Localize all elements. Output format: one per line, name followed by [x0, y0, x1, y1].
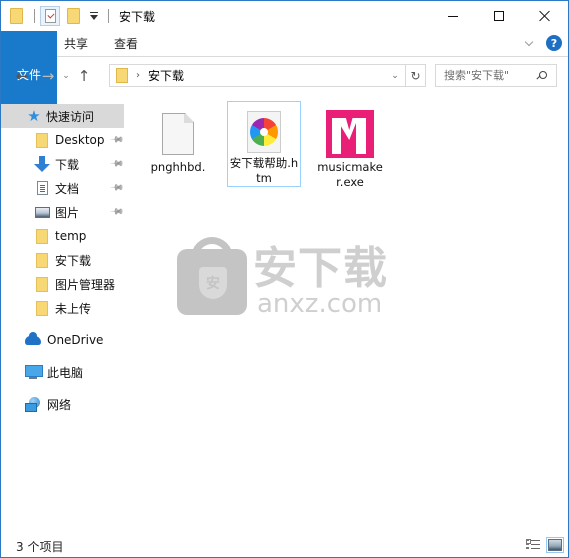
pin-icon[interactable]: 📌	[109, 156, 124, 171]
search-input[interactable]	[436, 69, 531, 82]
navigation-bar: ← → ⌄ ↑ › 安下载 ⌄ ↻	[1, 58, 568, 94]
navigation-pane: ★ 快速访问 Desktop 📌 下载 📌 文档 📌 图片 📌 temp 安下载…	[1, 101, 126, 526]
address-dropdown-icon[interactable]: ⌄	[385, 71, 405, 81]
sidebar-item-label: Desktop	[55, 133, 105, 147]
file-item[interactable]: 安下载帮助.htm	[227, 101, 301, 187]
sidebar-item-network[interactable]: 网络	[1, 392, 124, 416]
quick-access-toolbar	[1, 1, 114, 31]
blank-file-icon	[154, 110, 202, 158]
address-bar[interactable]: › 安下载 ⌄ ↻	[109, 64, 426, 87]
sidebar-item-not-uploaded[interactable]: 未上传	[1, 296, 124, 320]
file-item[interactable]: pnghhbd.	[141, 102, 215, 188]
file-explorer-window: 安下载 文件 主页 共享 查看 ? ← → ⌄ ↑ › 安下载 ⌄ ↻	[0, 0, 569, 558]
sidebar-item-temp[interactable]: temp	[1, 224, 124, 248]
folder-icon	[116, 68, 128, 83]
sidebar-item-label: 文档	[55, 181, 80, 196]
status-bar: 3 个项目	[1, 535, 568, 557]
minimize-icon	[448, 15, 458, 17]
file-name: 安下载帮助.htm	[229, 156, 299, 185]
forward-button[interactable]: →	[37, 65, 59, 87]
file-name: pnghhbd.	[150, 160, 206, 174]
tab-share[interactable]: 共享	[51, 31, 101, 56]
folder-icon	[34, 228, 50, 244]
sidebar-item-pictures[interactable]: 图片 📌	[1, 200, 124, 224]
toolbar-separator	[108, 9, 109, 23]
recent-locations-button[interactable]: ⌄	[59, 65, 73, 87]
details-view-icon[interactable]	[526, 539, 540, 551]
musicmaker-app-icon	[326, 110, 374, 158]
sidebar-item-anxz[interactable]: 安下载	[1, 248, 124, 272]
file-list: pnghhbd. 安下载帮助.htm musicmaker.exe	[127, 94, 568, 534]
close-button[interactable]	[522, 1, 568, 31]
sidebar-item-desktop[interactable]: Desktop 📌	[1, 128, 124, 152]
htm-file-icon	[240, 110, 288, 154]
expand-ribbon-icon[interactable]	[524, 37, 534, 46]
tab-view[interactable]: 查看	[101, 31, 151, 56]
new-folder-icon[interactable]	[67, 8, 80, 24]
properties-button[interactable]	[40, 6, 60, 26]
search-icon[interactable]	[537, 70, 547, 81]
folder-icon	[34, 300, 50, 316]
breadcrumb-item[interactable]: 安下载	[148, 67, 184, 84]
onedrive-icon	[25, 331, 41, 348]
sidebar-item-label: 未上传	[55, 301, 92, 316]
minimize-button[interactable]	[430, 1, 476, 31]
window-controls	[430, 1, 568, 31]
folder-icon	[34, 252, 50, 268]
file-name: musicmaker.exe	[317, 160, 383, 189]
sidebar-item-image-manager[interactable]: 图片管理器	[1, 272, 124, 296]
document-icon	[34, 180, 50, 196]
title-bar: 安下载	[1, 1, 568, 31]
download-icon	[34, 156, 50, 172]
sidebar-item-label: 下载	[55, 157, 80, 172]
sidebar-item-label: temp	[55, 229, 87, 243]
star-icon: ★	[27, 107, 41, 125]
sidebar-item-label: 图片管理器	[55, 277, 116, 292]
search-box[interactable]	[435, 64, 557, 87]
view-switcher	[526, 537, 564, 553]
close-icon	[539, 10, 551, 22]
folder-icon	[34, 132, 50, 148]
sidebar-item-documents[interactable]: 文档 📌	[1, 176, 124, 200]
toolbar-separator	[34, 9, 35, 23]
pictures-icon	[34, 204, 50, 220]
item-count: 3 个项目	[16, 539, 64, 554]
up-button[interactable]: ↑	[73, 65, 95, 87]
sidebar-item-label: OneDrive	[47, 333, 104, 347]
address-controls: ⌄ ↻	[385, 65, 425, 86]
maximize-button[interactable]	[476, 1, 522, 31]
large-icons-view-icon[interactable]	[546, 537, 564, 553]
customize-dropdown-icon[interactable]	[90, 11, 98, 20]
ribbon-tabs: 文件 主页 共享 查看 ?	[1, 31, 568, 117]
sidebar-item-label: 图片	[55, 205, 80, 220]
this-pc-icon	[25, 364, 43, 380]
pin-icon[interactable]: 📌	[109, 180, 124, 195]
pin-icon[interactable]: 📌	[109, 132, 124, 147]
sidebar-item-label: 网络	[47, 397, 72, 412]
help-icon[interactable]: ?	[546, 35, 562, 51]
properties-icon	[44, 9, 56, 23]
sidebar-item-label: 安下载	[55, 253, 92, 268]
sidebar-item-this-pc[interactable]: 此电脑	[1, 360, 124, 384]
sidebar-item-downloads[interactable]: 下载 📌	[1, 152, 124, 176]
pin-icon[interactable]: 📌	[109, 204, 124, 219]
breadcrumb-chevron-icon[interactable]: ›	[136, 70, 140, 81]
sidebar-item-onedrive[interactable]: OneDrive	[1, 328, 124, 352]
sidebar-item-label: 快速访问	[46, 109, 95, 124]
folder-icon[interactable]	[10, 8, 23, 24]
maximize-icon	[494, 11, 504, 21]
folder-icon	[34, 276, 50, 292]
network-icon	[25, 396, 41, 412]
sidebar-item-label: 此电脑	[47, 365, 84, 380]
ribbon-controls: ?	[524, 35, 562, 51]
back-button[interactable]: ←	[11, 65, 33, 87]
refresh-button[interactable]: ↻	[405, 65, 425, 86]
window-title: 安下载	[119, 9, 156, 24]
sidebar-item-quick-access[interactable]: ★ 快速访问	[1, 104, 124, 128]
file-item[interactable]: musicmaker.exe	[313, 102, 387, 189]
